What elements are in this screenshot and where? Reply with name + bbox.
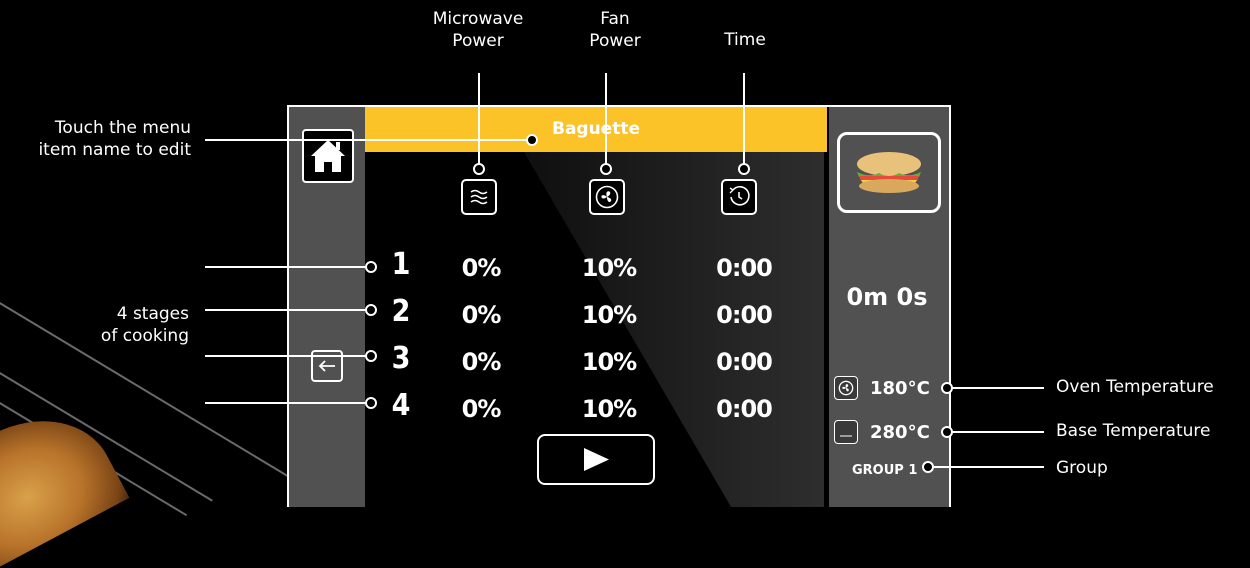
- microwave-power-icon-box: [461, 179, 497, 215]
- leader-line: [932, 466, 1044, 468]
- timer-icon: [729, 185, 750, 206]
- sandwich-icon: [857, 151, 921, 193]
- microwave-power-value[interactable]: 0%: [436, 254, 526, 282]
- time-icon-box: [721, 179, 757, 215]
- leader-line: [478, 73, 480, 164]
- play-icon: [584, 448, 609, 471]
- stage-number: 1: [391, 247, 411, 282]
- leader-dot: [600, 163, 612, 175]
- fan-icon: [834, 376, 858, 400]
- annotation-base-temperature: Base Temperature: [1056, 421, 1211, 441]
- microwave-power-value[interactable]: 0%: [436, 395, 526, 423]
- leader-dot: [526, 134, 538, 146]
- annotation-microwave-power: Microwave Power: [432, 9, 524, 51]
- oven-temperature-value: 180°C: [870, 377, 930, 399]
- group-label[interactable]: GROUP 1: [852, 463, 917, 478]
- leader-dot: [473, 163, 485, 175]
- stage-number: 3: [391, 341, 411, 376]
- leader-line: [605, 73, 607, 164]
- leader-line: [205, 139, 528, 141]
- annotation-stages: 4 stages of cooking: [100, 304, 189, 346]
- oven-temperature-row[interactable]: 180°C: [834, 375, 930, 401]
- leader-line: [205, 309, 367, 311]
- stage-number: 4: [391, 388, 411, 423]
- home-button[interactable]: [302, 129, 354, 183]
- menu-item-name[interactable]: Baguette: [365, 107, 827, 152]
- leader-dot: [365, 304, 377, 316]
- annotation-group: Group: [1056, 458, 1108, 478]
- leader-dot: [365, 350, 377, 362]
- leader-line: [205, 355, 367, 357]
- annotation-oven-temperature: Oven Temperature: [1056, 377, 1214, 397]
- home-icon: [311, 140, 345, 172]
- leader-line: [951, 387, 1044, 389]
- food-photo: [0, 391, 130, 568]
- annotation-time: Time: [724, 30, 766, 50]
- base-temperature-value: 280°C: [870, 421, 930, 443]
- leader-dot: [738, 163, 750, 175]
- leader-line: [951, 431, 1044, 433]
- fan-power-value[interactable]: 10%: [564, 301, 654, 329]
- microwave-power-value[interactable]: 0%: [436, 301, 526, 329]
- back-arrow-icon: [318, 360, 335, 372]
- leader-line: [743, 73, 745, 164]
- microwave-power-value[interactable]: 0%: [436, 348, 526, 376]
- leader-dot: [365, 397, 377, 409]
- oven-screen: Baguette 1 0% 10% 0:00 2 0% 10% 0:00 3 0…: [287, 105, 951, 507]
- leader-dot: [365, 261, 377, 273]
- stage-number: 2: [391, 294, 411, 329]
- base-temperature-row[interactable]: 280°C: [834, 419, 930, 445]
- start-button[interactable]: [537, 434, 655, 485]
- time-value[interactable]: 0:00: [699, 254, 789, 282]
- time-value[interactable]: 0:00: [699, 301, 789, 329]
- fan-power-value[interactable]: 10%: [564, 348, 654, 376]
- fan-power-value[interactable]: 10%: [564, 395, 654, 423]
- annotation-fan-power: Fan Power: [589, 9, 641, 51]
- leader-line: [205, 402, 367, 404]
- element-icon: [834, 420, 858, 444]
- fan-power-icon-box: [589, 179, 625, 215]
- microwave-waves-icon: [470, 189, 488, 205]
- total-cook-time: 0m 0s: [846, 283, 928, 311]
- fan-power-value[interactable]: 10%: [564, 254, 654, 282]
- menu-item-image-button[interactable]: [837, 132, 941, 213]
- fan-icon: [595, 185, 619, 209]
- annotation-edit-name: Touch the menu item name to edit: [38, 118, 191, 160]
- leader-line: [205, 266, 367, 268]
- time-value[interactable]: 0:00: [699, 395, 789, 423]
- time-value[interactable]: 0:00: [699, 348, 789, 376]
